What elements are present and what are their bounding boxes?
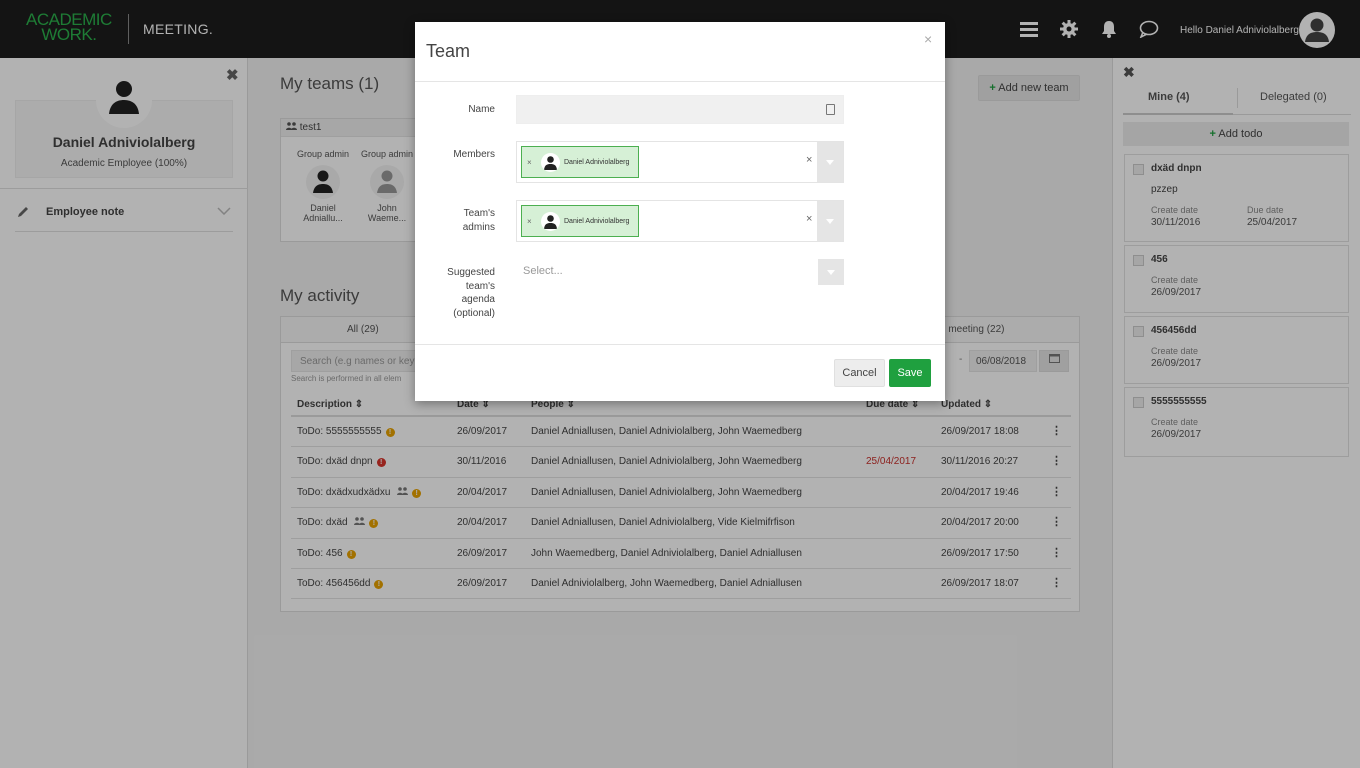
team-dialog: Team × Name Members × Daniel Adniviolalb… xyxy=(415,22,945,401)
team-name-input[interactable] xyxy=(516,95,844,124)
admin-chip[interactable]: × Daniel Adniviolalberg xyxy=(521,205,639,237)
dropdown-toggle[interactable] xyxy=(817,142,843,182)
divider xyxy=(415,344,945,345)
dropdown-toggle[interactable] xyxy=(817,201,843,241)
save-button[interactable]: Save xyxy=(889,359,931,387)
clear-icon[interactable]: × xyxy=(806,213,812,225)
cancel-button[interactable]: Cancel xyxy=(834,359,885,387)
admins-select[interactable]: × Daniel Adniviolalberg × xyxy=(516,200,844,242)
clear-icon[interactable]: × xyxy=(806,154,812,166)
remove-icon[interactable]: × xyxy=(527,217,532,226)
remove-icon[interactable]: × xyxy=(527,158,532,167)
member-chip[interactable]: × Daniel Adniviolalberg xyxy=(521,146,639,178)
dropdown-toggle[interactable] xyxy=(818,259,844,285)
admins-label: Team's admins xyxy=(462,208,495,233)
chip-name: Daniel Adniviolalberg xyxy=(564,218,630,225)
members-select[interactable]: × Daniel Adniviolalberg × xyxy=(516,141,844,183)
caret-down-icon xyxy=(826,160,834,165)
agenda-select[interactable]: Select... xyxy=(516,259,844,285)
divider xyxy=(415,81,945,82)
members-label: Members xyxy=(453,149,495,160)
chip-avatar xyxy=(541,212,560,231)
dialog-title: Team xyxy=(426,41,471,61)
caret-down-icon xyxy=(826,219,834,224)
name-label: Name xyxy=(468,104,495,115)
chip-name: Daniel Adniviolalberg xyxy=(564,159,630,166)
contact-card-icon[interactable] xyxy=(826,104,835,115)
agenda-label: Suggested team's agenda (optional) xyxy=(447,267,495,319)
close-icon[interactable]: × xyxy=(924,31,932,47)
caret-down-icon xyxy=(827,270,835,275)
chip-avatar xyxy=(541,153,560,172)
agenda-placeholder: Select... xyxy=(523,265,563,277)
